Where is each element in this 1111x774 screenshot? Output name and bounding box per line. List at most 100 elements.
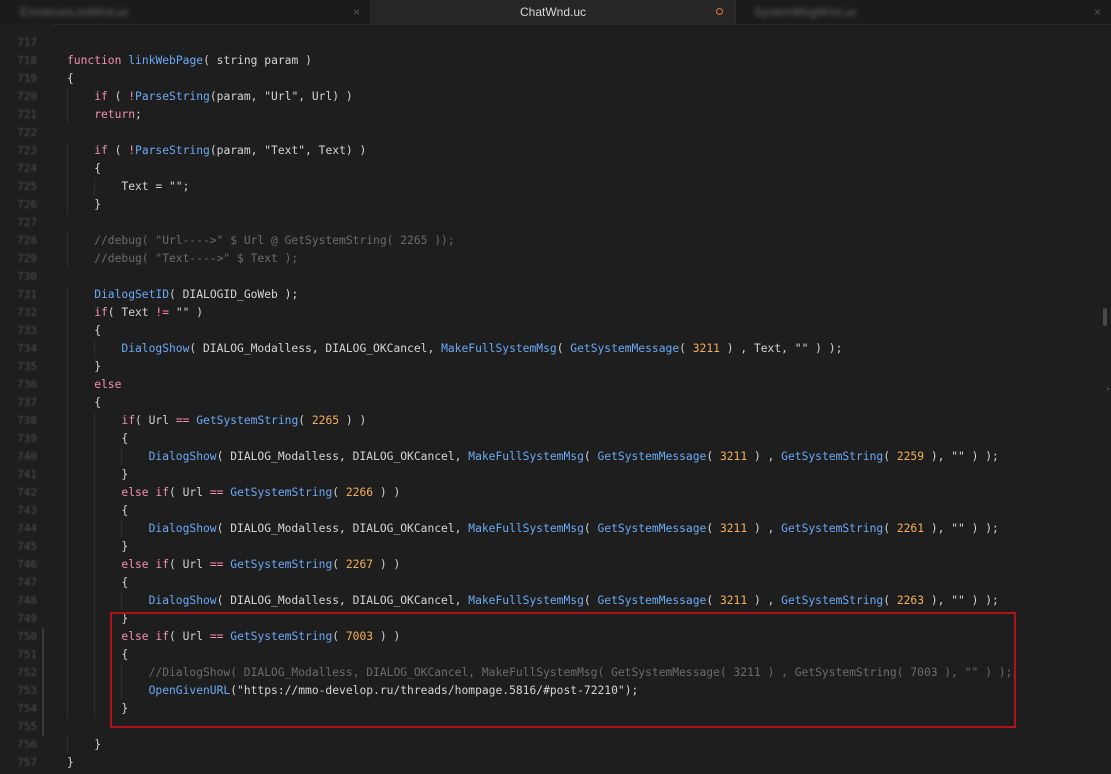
code-line[interactable]: 727 [0,214,1100,232]
indent-guide [121,682,123,700]
line-number: 725 [17,180,37,193]
code-line[interactable]: 732 if( Text != "" ) [0,304,1100,322]
code-line[interactable]: 748 DialogShow( DIALOG_Modalless, DIALOG_… [0,592,1100,610]
code-line[interactable]: 724 { [0,160,1100,178]
code-line[interactable]: 726} [0,196,1100,214]
tab-chatwnd[interactable]: ChatWnd.uc [370,0,736,24]
tab-close-icon[interactable]: × [1094,0,1101,24]
code-token: ( DIALOG_Modalless, DIALOG_OKCancel, [189,342,442,355]
code-text: { [94,160,101,178]
code-line[interactable]: 755 [0,718,1100,736]
indent-guide [67,196,68,214]
code-line[interactable]: 720 if ( !ParseString(param, "Url", Url) … [0,88,1100,106]
modified-line-marker [42,700,44,718]
indent-guide [67,520,68,538]
code-token: 3211 [719,450,748,463]
unsaved-dot-icon[interactable] [716,8,723,15]
code-line[interactable]: 749} [0,610,1100,628]
code-line[interactable]: 733 { [0,322,1100,340]
code-line[interactable]: 731 DialogSetID( DIALOGID_GoWeb ); [0,286,1100,304]
code-line[interactable]: 721 return; [0,106,1100,124]
code-line[interactable]: 743 { [0,502,1100,520]
code-token: { [121,648,129,661]
code-line[interactable]: 753 OpenGivenURL("https://mmo-develop.ru/… [0,682,1100,700]
code-line[interactable]: 729 //debug( "Text---->" $ Text ); [0,250,1100,268]
tab-close-icon[interactable]: × [353,0,360,24]
code-token: { [121,504,129,517]
code-line[interactable]: 723 if ( !ParseString(param, "Text", Text… [0,142,1100,160]
code-line[interactable]: 757} [0,754,1100,772]
code-line[interactable]: 730 [0,268,1100,286]
code-line[interactable]: 717 [0,34,1100,52]
code-token: if [94,90,108,103]
code-line[interactable]: 745} [0,538,1100,556]
indent-guide [67,340,68,358]
code-text: DialogShow( DIALOG_Modalless, DIALOG_OKC… [121,340,842,358]
indent-guide [67,466,68,484]
indent-guide [94,682,96,700]
code-text: { [121,430,128,448]
indent-guide [67,304,68,322]
indent-guide [94,538,96,556]
code-token: == [209,558,224,571]
code-line[interactable]: 740 DialogShow( DIALOG_Modalless, DIALOG_… [0,448,1100,466]
tab-emoticonlistwnd[interactable]: EmoticonListWnd.uc × [0,0,370,24]
code-token: == [209,630,224,643]
line-number: 750 [17,630,37,643]
code-line[interactable]: 741} [0,466,1100,484]
tab-label: SystemMsgWnd.uc [754,5,858,19]
indent-guide [67,358,68,376]
code-token: ( [706,522,720,535]
code-line[interactable]: 742 else if( Url == GetSystemString( 2266… [0,484,1100,502]
line-number: 721 [17,108,37,121]
code-token: GetSystemMessage [597,450,707,463]
indent-guide [67,682,68,700]
line-number: 738 [17,414,37,427]
indent-guide [67,376,68,394]
line-number: 718 [17,54,37,67]
code-line[interactable]: 756} [0,736,1100,754]
line-number: 744 [17,522,37,535]
code-line[interactable]: 751 { [0,646,1100,664]
code-line[interactable]: 728 //debug( "Url---->" $ Url @ GetSystem… [0,232,1100,250]
code-line[interactable]: 736 else [0,376,1100,394]
code-line[interactable]: 752 //DialogShow( DIALOG_Modalless, DIALO… [0,664,1100,682]
code-line[interactable]: 746 else if( Url == GetSystemString( 2267… [0,556,1100,574]
code-token: { [121,576,129,589]
code-line[interactable]: 722 [0,124,1100,142]
code-editor[interactable]: 717 718 function linkWebPage( string param… [0,34,1100,772]
code-token: ( Url [169,486,210,499]
code-token: DialogShow [148,594,217,607]
code-token: GetSystemString [781,450,884,463]
indent-guide [67,628,68,646]
code-line[interactable]: 744 DialogShow( DIALOG_Modalless, DIALOG_… [0,520,1100,538]
code-line[interactable]: 725 Text = ""; [0,178,1100,196]
code-line[interactable]: 734 DialogShow( DIALOG_Modalless, DIALOG_… [0,340,1100,358]
code-token: DialogShow [148,522,217,535]
code-token: 3211 [719,522,748,535]
line-number: 757 [17,756,37,769]
code-token: 3211 [692,342,720,355]
tab-systemmsgwnd[interactable]: SystemMsgWnd.uc × [736,0,1111,24]
line-number: 748 [17,594,37,607]
code-token: 2265 [311,414,340,427]
code-text: Text = ""; [121,178,189,196]
code-line[interactable]: 750 else if( Url == GetSystemString( 7003… [0,628,1100,646]
code-token: MakeFullSystemMsg [468,594,584,607]
code-line[interactable]: 719 { [0,70,1100,88]
code-line[interactable]: 754} [0,700,1100,718]
code-line[interactable]: 739 { [0,430,1100,448]
code-line[interactable]: 718 function linkWebPage( string param ) [0,52,1100,70]
code-token: ( Url [169,630,210,643]
code-line[interactable]: 738 if( Url == GetSystemString( 2265 ) ) [0,412,1100,430]
code-line[interactable]: 747 { [0,574,1100,592]
vertical-scrollbar-thumb[interactable] [1103,308,1107,326]
indent-guide [94,592,96,610]
code-line[interactable]: 737 { [0,394,1100,412]
code-token: else if [121,630,169,643]
code-token: ( [883,522,897,535]
line-number: 734 [17,342,37,355]
code-token: GetSystemMessage [570,342,680,355]
code-line[interactable]: 735} [0,358,1100,376]
modified-line-marker [42,682,44,700]
